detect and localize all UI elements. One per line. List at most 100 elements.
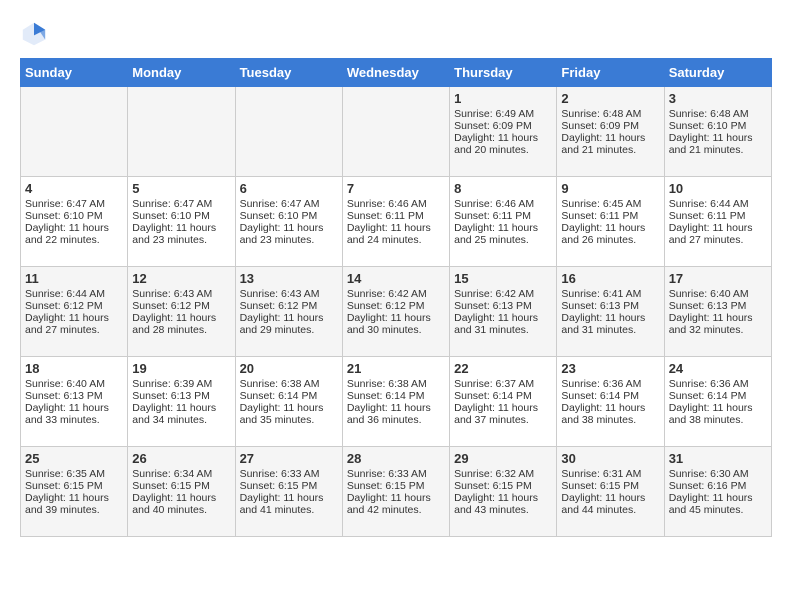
day-number: 29 xyxy=(454,451,552,466)
cell-content: Sunset: 6:16 PM xyxy=(669,480,767,492)
cell-content: Sunrise: 6:46 AM xyxy=(454,198,552,210)
day-number: 19 xyxy=(132,361,230,376)
day-number: 5 xyxy=(132,181,230,196)
cell-content: Sunrise: 6:41 AM xyxy=(561,288,659,300)
cell-content: and 40 minutes. xyxy=(132,504,230,516)
cell-content: Sunrise: 6:36 AM xyxy=(561,378,659,390)
cell-content: Sunset: 6:14 PM xyxy=(561,390,659,402)
header-row: SundayMondayTuesdayWednesdayThursdayFrid… xyxy=(21,59,772,87)
cell-content: Daylight: 11 hours xyxy=(561,312,659,324)
day-number: 1 xyxy=(454,91,552,106)
cell-content: Sunrise: 6:33 AM xyxy=(240,468,338,480)
day-header-monday: Monday xyxy=(128,59,235,87)
cell-content: Daylight: 11 hours xyxy=(561,132,659,144)
calendar-cell: 28Sunrise: 6:33 AMSunset: 6:15 PMDayligh… xyxy=(342,447,449,537)
cell-content: Sunrise: 6:44 AM xyxy=(669,198,767,210)
cell-content: and 21 minutes. xyxy=(561,144,659,156)
cell-content: Daylight: 11 hours xyxy=(561,402,659,414)
cell-content: Sunrise: 6:39 AM xyxy=(132,378,230,390)
day-number: 9 xyxy=(561,181,659,196)
cell-content: Sunrise: 6:46 AM xyxy=(347,198,445,210)
cell-content: Sunset: 6:13 PM xyxy=(669,300,767,312)
cell-content: and 22 minutes. xyxy=(25,234,123,246)
day-number: 7 xyxy=(347,181,445,196)
week-row-2: 4Sunrise: 6:47 AMSunset: 6:10 PMDaylight… xyxy=(21,177,772,267)
cell-content: Daylight: 11 hours xyxy=(240,402,338,414)
calendar-cell: 8Sunrise: 6:46 AMSunset: 6:11 PMDaylight… xyxy=(450,177,557,267)
cell-content: Daylight: 11 hours xyxy=(561,492,659,504)
day-header-saturday: Saturday xyxy=(664,59,771,87)
calendar-cell: 9Sunrise: 6:45 AMSunset: 6:11 PMDaylight… xyxy=(557,177,664,267)
calendar-cell xyxy=(21,87,128,177)
cell-content: Daylight: 11 hours xyxy=(454,312,552,324)
cell-content: and 31 minutes. xyxy=(561,324,659,336)
cell-content: Daylight: 11 hours xyxy=(454,132,552,144)
cell-content: Sunset: 6:14 PM xyxy=(669,390,767,402)
calendar-cell: 14Sunrise: 6:42 AMSunset: 6:12 PMDayligh… xyxy=(342,267,449,357)
calendar-cell: 4Sunrise: 6:47 AMSunset: 6:10 PMDaylight… xyxy=(21,177,128,267)
header xyxy=(20,20,772,48)
cell-content: Sunset: 6:15 PM xyxy=(561,480,659,492)
cell-content: Daylight: 11 hours xyxy=(347,222,445,234)
cell-content: Daylight: 11 hours xyxy=(240,492,338,504)
calendar-cell: 23 Sunrise: 6:36 AMSunset: 6:14 PMDayligh… xyxy=(557,357,664,447)
cell-content: Sunrise: 6:42 AM xyxy=(347,288,445,300)
cell-content: Sunset: 6:11 PM xyxy=(454,210,552,222)
day-number: 26 xyxy=(132,451,230,466)
day-number: 20 xyxy=(240,361,338,376)
cell-content: Daylight: 11 hours xyxy=(25,492,123,504)
cell-content: Daylight: 11 hours xyxy=(561,222,659,234)
calendar-cell: 21Sunrise: 6:38 AMSunset: 6:14 PMDayligh… xyxy=(342,357,449,447)
calendar-cell: 31Sunrise: 6:30 AMSunset: 6:16 PMDayligh… xyxy=(664,447,771,537)
day-number: 3 xyxy=(669,91,767,106)
cell-content: Sunset: 6:12 PM xyxy=(240,300,338,312)
week-row-3: 11Sunrise: 6:44 AMSunset: 6:12 PMDayligh… xyxy=(21,267,772,357)
cell-content: and 25 minutes. xyxy=(454,234,552,246)
cell-content: Sunset: 6:10 PM xyxy=(240,210,338,222)
calendar-cell xyxy=(235,87,342,177)
cell-content: Sunset: 6:13 PM xyxy=(132,390,230,402)
cell-content: Sunset: 6:12 PM xyxy=(25,300,123,312)
cell-content: Sunrise: 6:36 AM xyxy=(669,378,767,390)
cell-content: and 32 minutes. xyxy=(669,324,767,336)
calendar-cell: 26Sunrise: 6:34 AMSunset: 6:15 PMDayligh… xyxy=(128,447,235,537)
cell-content: Sunset: 6:12 PM xyxy=(347,300,445,312)
cell-content: and 34 minutes. xyxy=(132,414,230,426)
cell-content: and 35 minutes. xyxy=(240,414,338,426)
cell-content: Sunrise: 6:43 AM xyxy=(240,288,338,300)
calendar-cell: 10Sunrise: 6:44 AMSunset: 6:11 PMDayligh… xyxy=(664,177,771,267)
cell-content: Daylight: 11 hours xyxy=(240,222,338,234)
cell-content: Daylight: 11 hours xyxy=(25,222,123,234)
calendar-cell: 27Sunrise: 6:33 AMSunset: 6:15 PMDayligh… xyxy=(235,447,342,537)
cell-content: Sunset: 6:15 PM xyxy=(347,480,445,492)
cell-content: and 28 minutes. xyxy=(132,324,230,336)
day-number: 21 xyxy=(347,361,445,376)
cell-content: and 27 minutes. xyxy=(25,324,123,336)
cell-content: Daylight: 11 hours xyxy=(669,222,767,234)
week-row-4: 18Sunrise: 6:40 AMSunset: 6:13 PMDayligh… xyxy=(21,357,772,447)
cell-content: Sunset: 6:10 PM xyxy=(669,120,767,132)
cell-content: Sunset: 6:14 PM xyxy=(454,390,552,402)
cell-content: Daylight: 11 hours xyxy=(669,132,767,144)
calendar-cell: 7Sunrise: 6:46 AMSunset: 6:11 PMDaylight… xyxy=(342,177,449,267)
calendar-cell: 29Sunrise: 6:32 AMSunset: 6:15 PMDayligh… xyxy=(450,447,557,537)
cell-content: and 41 minutes. xyxy=(240,504,338,516)
cell-content: Sunrise: 6:30 AM xyxy=(669,468,767,480)
calendar-cell: 1Sunrise: 6:49 AMSunset: 6:09 PMDaylight… xyxy=(450,87,557,177)
cell-content: and 38 minutes. xyxy=(561,414,659,426)
cell-content: Sunrise: 6:49 AM xyxy=(454,108,552,120)
cell-content: Daylight: 11 hours xyxy=(240,312,338,324)
calendar-cell: 16Sunrise: 6:41 AMSunset: 6:13 PMDayligh… xyxy=(557,267,664,357)
cell-content: Daylight: 11 hours xyxy=(25,402,123,414)
cell-content: Daylight: 11 hours xyxy=(347,312,445,324)
day-number: 11 xyxy=(25,271,123,286)
day-number: 23 xyxy=(561,361,659,376)
calendar-cell xyxy=(342,87,449,177)
cell-content: and 27 minutes. xyxy=(669,234,767,246)
cell-content: and 23 minutes. xyxy=(132,234,230,246)
cell-content: and 33 minutes. xyxy=(25,414,123,426)
cell-content: Sunset: 6:13 PM xyxy=(25,390,123,402)
day-number: 30 xyxy=(561,451,659,466)
cell-content: Sunset: 6:15 PM xyxy=(25,480,123,492)
day-header-wednesday: Wednesday xyxy=(342,59,449,87)
